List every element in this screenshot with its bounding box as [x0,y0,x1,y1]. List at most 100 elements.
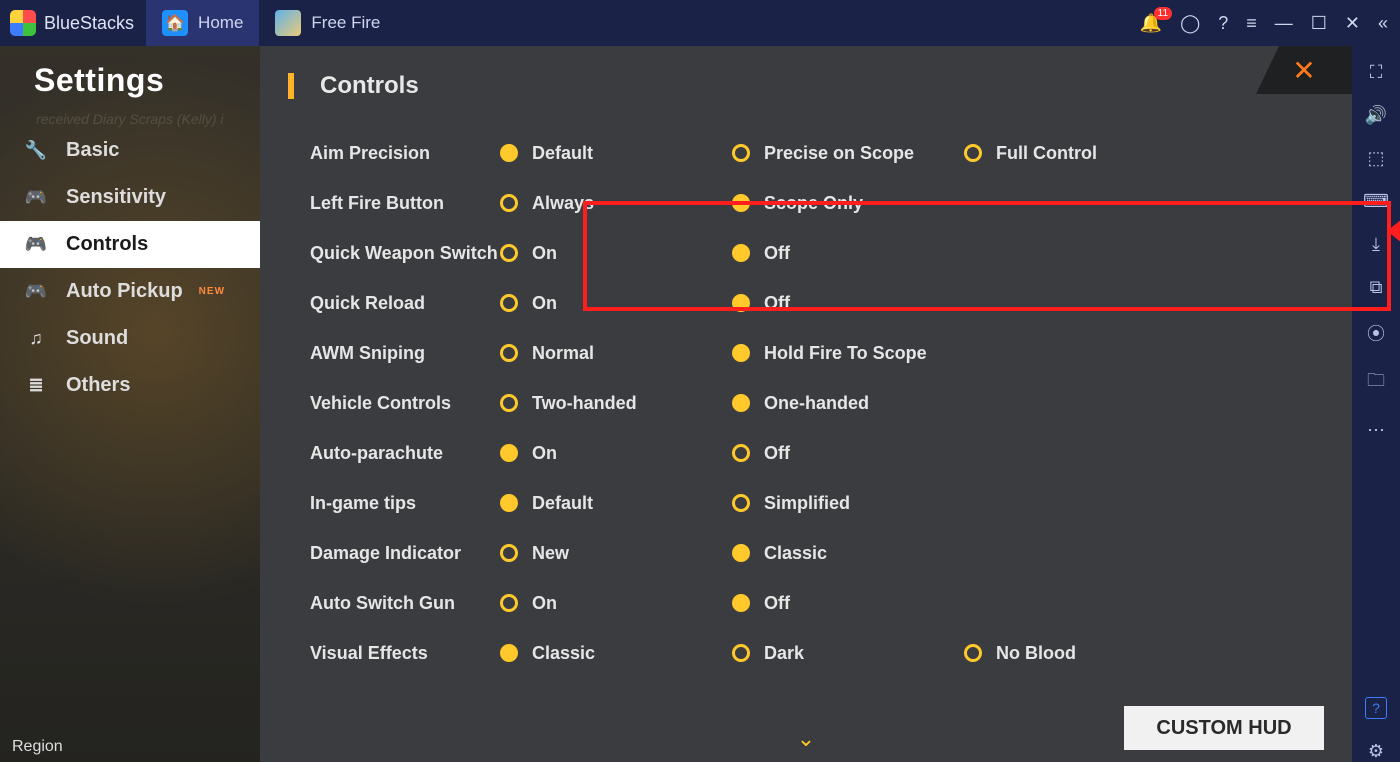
radio-icon [500,444,518,462]
radio-option[interactable]: Off [732,243,964,264]
volume-icon[interactable]: 🔊 [1365,105,1387,126]
help-icon[interactable]: ? [1218,13,1228,34]
right-toolbar: ⛶ 🔊 ⬚ ⌨ ⤓ ⧉ ⦿ 🗀 ⋯ ? ⚙ [1352,46,1400,762]
radio-label: Off [764,293,790,314]
list-icon: ≣ [22,376,50,396]
radio-label: Off [764,243,790,264]
radio-option[interactable]: Two-handed [500,393,732,414]
maximize-icon[interactable]: ☐ [1311,13,1327,34]
more-icon[interactable]: ⋯ [1367,420,1385,441]
account-icon[interactable]: ◯ [1180,13,1200,34]
radio-option[interactable]: Off [732,293,964,314]
radio-icon [732,594,750,612]
chevron-down-icon[interactable]: ⌄ [797,726,815,752]
radio-icon [500,294,518,312]
radio-icon [500,544,518,562]
radio-option[interactable]: Off [732,593,964,614]
sidebar-item-auto-pickup[interactable]: 🎮 Auto Pickup NEW [0,268,260,315]
setting-label: Auto-parachute [310,443,500,464]
radio-label: On [532,593,557,614]
tab-free-fire[interactable]: Free Fire [259,0,396,46]
install-apk-icon[interactable]: ⤓ [1372,234,1380,255]
tab-home[interactable]: 🏠 Home [146,0,259,46]
titlebar: BlueStacks 🏠 Home Free Fire 🔔11 ◯ ? ≡ — … [0,0,1400,46]
radio-icon [732,294,750,312]
setting-row: In-game tipsDefaultSimplified [310,478,1324,528]
setting-label: Left Fire Button [310,193,500,214]
radio-option[interactable]: Always [500,193,732,214]
setting-label: Quick Reload [310,293,500,314]
gear-icon[interactable]: ⚙ [1368,741,1384,762]
bell-icon[interactable]: 🔔11 [1140,13,1162,34]
radio-label: On [532,443,557,464]
select-region-icon[interactable]: ⬚ [1367,148,1384,169]
radio-icon [732,194,750,212]
gamepad-icon: 🎮 [22,235,50,255]
radio-label: Dark [764,643,804,664]
radio-label: Default [532,143,593,164]
radio-option[interactable]: Default [500,143,732,164]
radio-option[interactable]: Classic [500,643,732,664]
region-label: Region [12,738,63,756]
radio-option[interactable]: Simplified [732,493,964,514]
keyboard-icon[interactable]: ⌨ [1363,191,1389,212]
setting-row: Vehicle ControlsTwo-handedOne-handed [310,378,1324,428]
screenshot-icon[interactable]: ⧉ [1370,277,1383,298]
radio-option[interactable]: Scope Only [732,193,964,214]
radio-option[interactable]: Off [732,443,964,464]
record-icon[interactable]: ⦿ [1367,320,1385,346]
radio-label: Always [532,193,594,214]
radio-option[interactable]: Hold Fire To Scope [732,343,964,364]
radio-option[interactable]: Dark [732,643,964,664]
menu-icon[interactable]: ≡ [1246,13,1257,34]
sidebar-item-controls[interactable]: 🎮 Controls [0,221,260,268]
sidebar-item-basic[interactable]: 🔧 Basic [0,127,260,174]
radio-option[interactable]: Full Control [964,143,1196,164]
music-icon: ♫ [22,329,50,349]
setting-row: Auto Switch Gun On Off [310,578,1324,628]
radio-icon [500,344,518,362]
radio-icon [732,644,750,662]
radio-option[interactable]: Classic [732,543,964,564]
radio-option[interactable]: On [500,443,732,464]
setting-row: AWM SnipingNormalHold Fire To Scope [310,328,1324,378]
radio-option[interactable]: New [500,543,732,564]
radio-option[interactable]: Precise on Scope [732,143,964,164]
radio-label: Full Control [996,143,1097,164]
custom-hud-button[interactable]: CUSTOM HUD [1124,706,1324,750]
fullscreen-icon[interactable]: ⛶ [1370,62,1383,83]
radio-label: Off [764,593,790,614]
setting-label: Aim Precision [310,143,500,164]
gamepad-icon: 🎮 [22,282,50,302]
support-help-icon[interactable]: ? [1365,697,1387,719]
close-panel-icon[interactable]: ✕ [1256,46,1352,94]
sidebar-item-sensitivity[interactable]: 🎮 Sensitivity [0,174,260,221]
section-accent-bar [288,73,294,99]
radio-option[interactable]: One-handed [732,393,964,414]
sidebar-item-label: Sound [66,327,128,350]
radio-label: Simplified [764,493,850,514]
radio-icon [500,594,518,612]
setting-row: Auto-parachute On Off [310,428,1324,478]
radio-option[interactable]: Default [500,493,732,514]
radio-label: Hold Fire To Scope [764,343,927,364]
setting-row: Left Fire Button Always Scope Only [310,178,1324,228]
radio-label: One-handed [764,393,869,414]
radio-option[interactable]: On [500,293,732,314]
setting-label: Auto Switch Gun [310,593,500,614]
home-icon: 🏠 [162,10,188,36]
radio-option[interactable]: On [500,243,732,264]
minimize-icon[interactable]: — [1275,13,1293,34]
folder-icon[interactable]: 🗀 [1367,368,1385,398]
radio-option[interactable]: No Blood [964,643,1196,664]
radio-label: Classic [532,643,595,664]
radio-icon [732,494,750,512]
radio-option[interactable]: Normal [500,343,732,364]
radio-icon [732,144,750,162]
close-window-icon[interactable]: ✕ [1345,13,1360,34]
sidebar-item-sound[interactable]: ♫ Sound [0,315,260,362]
collapse-sidebar-icon[interactable]: « [1378,13,1388,34]
radio-option[interactable]: On [500,593,732,614]
sidebar-item-others[interactable]: ≣ Others [0,362,260,409]
setting-label: Quick Weapon Switch [310,243,500,264]
